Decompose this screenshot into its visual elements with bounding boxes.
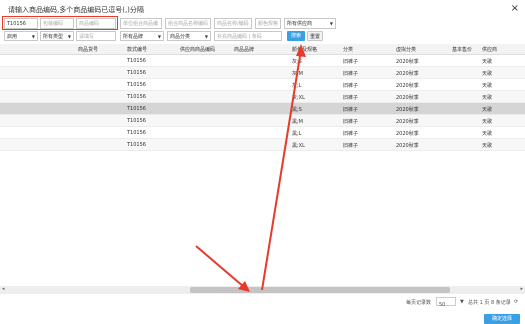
chevron-down-icon: ▼ <box>460 299 464 305</box>
cell-style: T10156 <box>127 94 146 100</box>
cell-virtual-category: 2020秋季 <box>396 119 419 125</box>
col-header-supplier: 供应商 <box>482 47 498 53</box>
col-header-style: 款式编号 <box>127 47 148 53</box>
per-page-label: 每页记录数 <box>406 300 432 306</box>
scroll-right-icon[interactable]: ▸ <box>520 286 523 292</box>
type-select[interactable]: 所有类型 ▼ <box>40 31 74 41</box>
category-select[interactable]: 商品分类 ▼ <box>167 31 211 41</box>
unit-combo-code-input[interactable]: 单位组合商品编码 <box>120 18 162 38</box>
cell-supplier: 天歌 <box>482 95 493 101</box>
combo-name-code-input[interactable]: 组合商品名称编码 <box>165 18 211 29</box>
cell-supplier: 天歌 <box>482 71 493 77</box>
cell-virtual-category: 2020秋季 <box>396 83 419 89</box>
horizontal-scrollbar[interactable]: ◂ ▸ <box>0 286 525 294</box>
per-page-select[interactable]: 50 <box>436 297 456 308</box>
cell-category: 旧裤子 <box>343 131 359 137</box>
goods-search-input[interactable]: 补充商品编码 | 条码 <box>214 31 282 41</box>
annotation-highlight-box <box>2 16 118 30</box>
cell-color-spec: 灰;M <box>292 71 303 77</box>
cell-color-spec: 黑;S <box>292 107 302 113</box>
cell-style: T10156 <box>127 130 146 136</box>
cell-supplier: 天歌 <box>482 83 493 89</box>
cell-category: 旧裤子 <box>343 83 359 89</box>
supplier-select[interactable]: 所有供应商 ▼ <box>284 18 336 29</box>
record-summary: 总共 1 页 8 条记录 <box>468 300 511 306</box>
col-header-supplier-code: 供应商商品编码 <box>180 47 216 53</box>
confirm-selection-button[interactable]: 确定选择 <box>484 314 520 324</box>
cell-supplier: 天歌 <box>482 119 493 125</box>
cell-style: T10156 <box>127 142 146 148</box>
color-spec-input[interactable]: 颜色规格 <box>255 18 281 29</box>
refresh-icon[interactable]: ⟳ <box>514 299 518 305</box>
col-header-brand: 商品品牌 <box>234 47 255 53</box>
reset-button[interactable]: 重置 <box>307 31 323 41</box>
brand-select[interactable]: 所有品牌 ▼ <box>120 31 164 41</box>
table-row[interactable]: T10156 黑;XL 旧裤子 2020秋季 天歌 <box>0 139 525 151</box>
chevron-down-icon: ▼ <box>157 34 161 39</box>
cell-supplier: 天歌 <box>482 131 493 137</box>
scrollbar-thumb[interactable] <box>190 287 450 293</box>
cell-color-spec: 灰;XL <box>292 95 305 101</box>
cell-virtual-category: 2020秋季 <box>396 107 419 113</box>
product-name-code-input[interactable]: 商品名称/编码 <box>214 18 252 29</box>
cell-color-spec: 灰;S <box>292 59 302 65</box>
cell-category: 旧裤子 <box>343 143 359 149</box>
cell-style: T10156 <box>127 82 146 88</box>
scroll-left-icon[interactable]: ◂ <box>2 286 5 292</box>
cell-style: T10156 <box>127 106 146 112</box>
table-row[interactable]: T10156 灰;XL 旧裤子 2020秋季 天歌 <box>0 91 525 103</box>
table-row[interactable]: T10156 灰;M 旧裤子 2020秋季 天歌 <box>0 67 525 79</box>
chevron-down-icon: ▼ <box>204 34 208 39</box>
cell-style: T10156 <box>127 70 146 76</box>
cell-virtual-category: 2020秋季 <box>396 71 419 77</box>
cell-color-spec: 灰;L <box>292 83 302 89</box>
chevron-down-icon: ▼ <box>31 34 35 39</box>
col-header-sku: 商品货号 <box>78 47 99 53</box>
cell-virtual-category: 2020秋季 <box>396 95 419 101</box>
table-row[interactable]: T10156 黑;S 旧裤子 2020秋季 天歌 <box>0 103 525 115</box>
cell-virtual-category: 2020秋季 <box>396 59 419 65</box>
cell-category: 旧裤子 <box>343 119 359 125</box>
close-icon[interactable]: × <box>511 3 519 14</box>
cell-supplier: 天歌 <box>482 143 493 149</box>
cell-style: T10156 <box>127 58 146 64</box>
enterprise-input[interactable]: 请填写 <box>76 31 116 41</box>
chevron-down-icon: ▼ <box>67 34 71 39</box>
product-table: 商品货号 款式编号 供应商商品编码 商品品牌 颜色及规格 分类 虚拟分类 基本售… <box>0 44 525 286</box>
table-header: 商品货号 款式编号 供应商商品编码 商品品牌 颜色及规格 分类 虚拟分类 基本售… <box>0 44 525 55</box>
col-header-virtual-category: 虚拟分类 <box>396 47 417 53</box>
search-button[interactable]: 搜索 <box>287 31 305 41</box>
cell-category: 旧裤子 <box>343 59 359 65</box>
cell-virtual-category: 2020秋季 <box>396 131 419 137</box>
status-select[interactable]: 启用 ▼ <box>4 31 38 41</box>
cell-color-spec: 黑;L <box>292 131 302 137</box>
cell-virtual-category: 2020秋季 <box>396 143 419 149</box>
cell-supplier: 天歌 <box>482 107 493 113</box>
cell-category: 旧裤子 <box>343 71 359 77</box>
cell-style: T10156 <box>127 118 146 124</box>
col-header-category: 分类 <box>343 47 354 53</box>
col-header-color-spec: 颜色及规格 <box>292 47 318 53</box>
dialog-title: 请输入商品编码,多个商品编码已逗号(,)分隔 <box>8 6 144 14</box>
pager: 每页记录数 50 ▼ 总共 1 页 8 条记录 ⟳ <box>0 296 525 308</box>
cell-category: 旧裤子 <box>343 107 359 113</box>
filter-row-2: 启用 ▼ 所有类型 ▼ 请填写 所有品牌 ▼ 商品分类 ▼ 补充商品编码 | 条码 搜索… <box>0 31 525 43</box>
chevron-down-icon: ▼ <box>329 21 333 26</box>
table-row[interactable]: T10156 黑;M 旧裤子 2020秋季 天歌 <box>0 115 525 127</box>
cell-category: 旧裤子 <box>343 95 359 101</box>
cell-color-spec: 黑;XL <box>292 143 305 149</box>
col-header-base-price: 基本售价 <box>452 47 473 53</box>
cell-color-spec: 黑;M <box>292 119 303 125</box>
table-row[interactable]: T10156 灰;L 旧裤子 2020秋季 天歌 <box>0 79 525 91</box>
table-row[interactable]: T10156 黑;L 旧裤子 2020秋季 天歌 <box>0 127 525 139</box>
cell-supplier: 天歌 <box>482 59 493 65</box>
table-row[interactable]: T10156 灰;S 旧裤子 2020秋季 天歌 <box>0 55 525 67</box>
